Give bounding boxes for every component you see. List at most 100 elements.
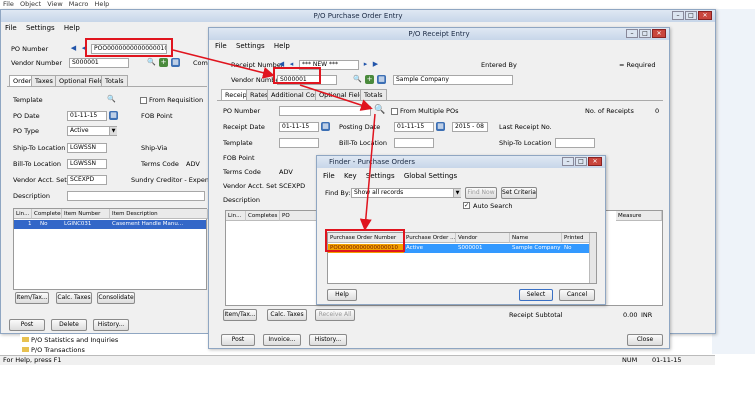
finder-menu-key[interactable]: Key [344, 172, 357, 180]
po-date-input[interactable]: 01-11-15 [67, 111, 107, 121]
ship-to-input[interactable]: LGWSSN [67, 143, 107, 153]
row-completed: No [40, 221, 48, 227]
po-search-icon[interactable]: 🔍 [374, 104, 386, 116]
close-icon[interactable]: ✕ [698, 11, 712, 20]
period-input[interactable]: 2015 - 08 [452, 122, 488, 132]
history-button[interactable]: History... [93, 319, 129, 331]
delete-button[interactable]: Delete [51, 319, 87, 331]
tree-item-statistics[interactable]: P/O Statistics and Inquiries [22, 336, 118, 344]
app-menu-help[interactable]: Help [94, 0, 109, 8]
receipt-menu-settings[interactable]: Settings [236, 42, 265, 50]
close-icon[interactable]: ✕ [588, 157, 602, 166]
finder-cancel-button[interactable]: Cancel [559, 289, 595, 301]
receipt-subtotal-value: 0.00 [623, 311, 638, 319]
receipt-description-label: Description [223, 196, 261, 204]
receipt-calc-taxes-button[interactable]: Calc. Taxes [267, 309, 307, 321]
po-detail-grid: Lin... Completed Item Number Item Descri… [13, 208, 208, 290]
receipt-ship-to-input[interactable] [555, 138, 595, 148]
receipt-po-number-label: PO Number [223, 107, 261, 115]
posting-date-input[interactable]: 01-11-15 [394, 122, 434, 132]
maximize-button[interactable]: □ [639, 29, 651, 38]
receipt-template-input[interactable] [279, 138, 319, 148]
receipt-post-button[interactable]: Post [221, 334, 255, 346]
app-menu-view[interactable]: View [47, 0, 62, 8]
template-search-icon[interactable]: 🔍 [107, 95, 116, 104]
receipt-menu-help[interactable]: Help [274, 42, 290, 50]
finder-select-button[interactable]: Select [519, 289, 553, 301]
finder-menu-global-settings[interactable]: Global Settings [404, 172, 457, 180]
chevron-down-icon[interactable]: ▼ [453, 189, 461, 197]
description-label: Description [13, 192, 51, 200]
maximize-button[interactable]: □ [685, 11, 697, 20]
close-icon[interactable]: ✕ [652, 29, 666, 38]
next-record-icon[interactable]: ▸ [361, 60, 370, 69]
item-tax-button[interactable]: Item/Tax... [15, 292, 49, 304]
description-input[interactable] [67, 191, 205, 201]
vendor-number-input[interactable]: S000001 [69, 58, 129, 68]
app-menu-object[interactable]: Object [20, 0, 41, 8]
minimize-button[interactable]: – [562, 157, 574, 166]
set-criteria-button[interactable]: Set Criteria [501, 187, 537, 199]
finder-col-printed: Printed [562, 233, 590, 243]
from-requisition-checkbox[interactable] [140, 97, 147, 104]
bill-to-input[interactable]: LGWSSN [67, 159, 107, 169]
vendor-name-display: Sample Company [393, 75, 513, 85]
new-vendor-icon[interactable]: + [159, 58, 168, 67]
receipt-menu-file[interactable]: File [215, 42, 227, 50]
po-menu-settings[interactable]: Settings [26, 24, 55, 32]
close-button[interactable]: Close [627, 334, 663, 346]
table-row[interactable]: 1 No LGINC031 Casement Handle Manu... [14, 220, 206, 229]
tab-totals[interactable]: Totals [360, 89, 387, 100]
vendor-acct-input[interactable]: SCEXPD [67, 175, 107, 185]
first-record-icon[interactable]: ◀ [69, 44, 78, 53]
receipt-item-tax-button[interactable]: Item/Tax... [223, 309, 257, 321]
po-menu-file[interactable]: File [5, 24, 17, 32]
maximize-button[interactable]: □ [575, 157, 587, 166]
no-receipts-label: No. of Receipts [585, 107, 634, 115]
vendor-search-icon[interactable]: 🔍 [353, 75, 362, 84]
row-item-number: LGINC031 [64, 221, 92, 227]
finder-menu-settings[interactable]: Settings [366, 172, 395, 180]
search-icon[interactable]: 🔍 [147, 58, 156, 67]
posting-date-calendar-icon[interactable]: ▦ [436, 122, 445, 131]
ship-via-label: Ship-Via [141, 144, 168, 152]
tab-totals[interactable]: Totals [101, 75, 128, 86]
receipt-bill-to-input[interactable] [394, 138, 434, 148]
post-button[interactable]: Post [9, 319, 45, 331]
invoice-button[interactable]: Invoice... [263, 334, 301, 346]
app-menu-file[interactable]: File [3, 0, 14, 8]
calendar-icon[interactable]: ▦ [377, 75, 386, 84]
nav-tree: P/O Statistics and Inquiries P/O Transac… [20, 334, 210, 356]
receipt-history-button[interactable]: History... [309, 334, 347, 346]
find-by-select[interactable]: Show all records [351, 188, 461, 198]
from-multiple-label: From Multiple POs [400, 107, 459, 115]
receipt-date-calendar-icon[interactable]: ▦ [321, 122, 330, 131]
receipt-po-number-input[interactable] [279, 106, 371, 116]
finder-help-button[interactable]: Help [327, 289, 357, 301]
tree-item-transactions[interactable]: P/O Transactions [22, 346, 85, 354]
annotation-po-number-box [85, 38, 173, 57]
tree-item-statistics-label: P/O Statistics and Inquiries [31, 336, 119, 344]
finder-scrollbar[interactable] [589, 233, 596, 283]
calc-taxes-button[interactable]: Calc. Taxes [56, 292, 92, 304]
from-multiple-checkbox[interactable] [391, 108, 398, 115]
chevron-down-icon[interactable]: ▼ [109, 127, 117, 135]
auto-search-checkbox[interactable]: ✓ [463, 202, 470, 209]
tab-taxes[interactable]: Taxes [31, 75, 57, 86]
last-receipt-label: Last Receipt No. [499, 123, 552, 131]
minimize-button[interactable]: – [672, 11, 684, 20]
last-record-icon[interactable]: ▶ [371, 60, 380, 69]
receipt-date-input[interactable]: 01-11-15 [279, 122, 319, 132]
receive-all-button[interactable]: Receive All [315, 309, 355, 321]
vendor-acct-label: Vendor Acct. Set [13, 176, 67, 184]
po-date-calendar-icon[interactable]: ▦ [109, 111, 118, 120]
po-menu-help[interactable]: Help [64, 24, 80, 32]
minimize-button[interactable]: – [626, 29, 638, 38]
finder-menu-file[interactable]: File [323, 172, 335, 180]
find-now-button[interactable]: Find Now [465, 187, 497, 199]
finder-row-vendor: S000001 [458, 245, 483, 251]
consolidate-button[interactable]: Consolidate [97, 292, 135, 304]
new-vendor-icon[interactable]: + [365, 75, 374, 84]
calendar-icon[interactable]: ▦ [171, 58, 180, 67]
app-menu-macro[interactable]: Macro [69, 0, 89, 8]
